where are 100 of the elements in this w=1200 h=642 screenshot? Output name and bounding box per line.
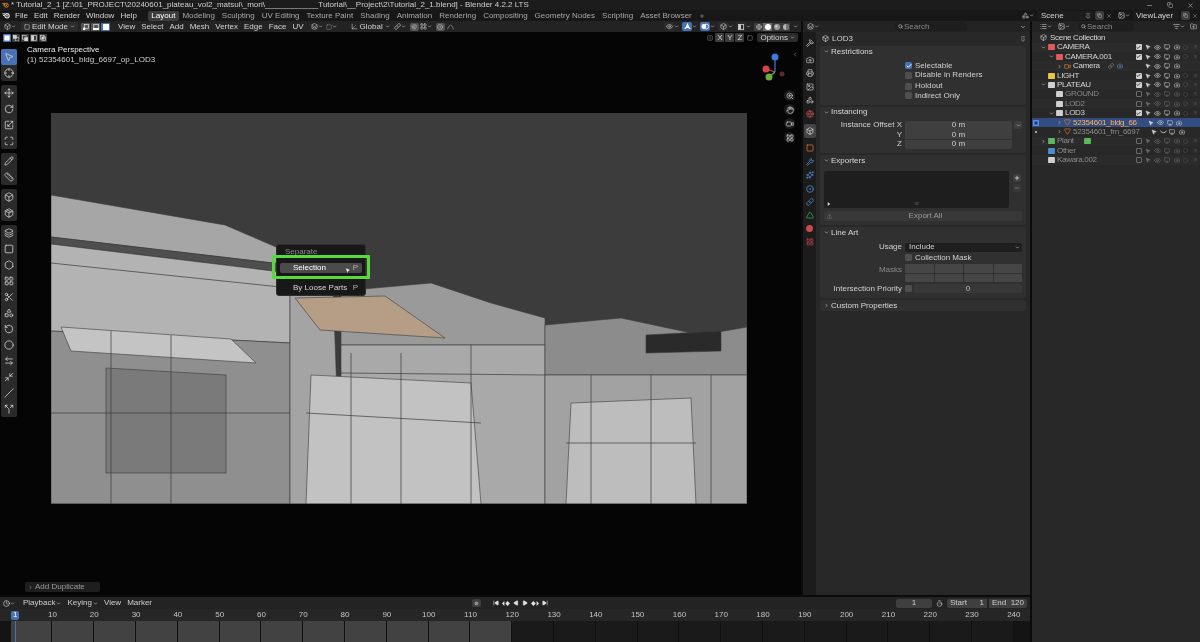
closed-eye-icon[interactable] — [1159, 129, 1167, 134]
close-icon[interactable] — [1192, 12, 1198, 19]
caret-icon[interactable] — [746, 24, 751, 29]
scene-type-button[interactable] — [1021, 11, 1035, 20]
menu-item[interactable]: Help — [117, 10, 140, 21]
caret-icon[interactable] — [692, 24, 697, 29]
editor-type-button[interactable] — [3, 599, 15, 607]
close-icon[interactable] — [1187, 1, 1194, 9]
folder-plus-icon[interactable] — [1190, 23, 1197, 30]
eye-icon[interactable] — [1154, 43, 1162, 51]
add-button[interactable] — [1013, 174, 1021, 182]
properties-tab[interactable] — [803, 155, 816, 169]
checkbox[interactable] — [905, 71, 912, 79]
tool-button[interactable] — [1, 169, 17, 185]
menu-item[interactable]: Marker — [124, 598, 156, 608]
view-toggle[interactable] — [700, 22, 710, 31]
end-frame-field[interactable]: End 120 — [989, 598, 1027, 608]
tool-button[interactable] — [1, 225, 17, 241]
workspace-tab[interactable]: UV Editing — [258, 10, 304, 21]
search-field[interactable]: Search — [895, 22, 967, 31]
select-op-toggle[interactable] — [3, 33, 11, 42]
view-toggle[interactable] — [736, 22, 746, 31]
add-icon[interactable] — [699, 12, 706, 19]
skip-forward-icon[interactable] — [542, 600, 548, 606]
panel-header[interactable]: Exporters — [824, 155, 1022, 166]
playhead-frame[interactable]: 1 — [11, 610, 20, 620]
caret-icon[interactable] — [674, 24, 679, 29]
monitor-icon[interactable] — [1164, 63, 1171, 70]
select-op-toggle[interactable] — [39, 33, 47, 42]
axis-toggle[interactable]: Z — [735, 33, 745, 42]
editor-type-button[interactable] — [3, 22, 17, 31]
chevron-icon[interactable] — [1049, 110, 1054, 116]
checkbox[interactable] — [905, 92, 912, 100]
view-toggle[interactable] — [664, 22, 674, 31]
panel-header[interactable]: Instancing — [824, 106, 1022, 118]
shading-button[interactable] — [754, 22, 763, 31]
pin-icon[interactable] — [1020, 35, 1026, 42]
tool-button[interactable] — [1, 385, 17, 401]
menu-item[interactable]: Render — [50, 10, 83, 21]
chevron-icon[interactable] — [1049, 54, 1054, 60]
current-frame-field[interactable]: 1 — [896, 598, 932, 608]
skip-back-icon[interactable] — [493, 600, 499, 606]
workspace-tab[interactable]: Modeling — [178, 10, 219, 21]
properties-tab[interactable] — [803, 80, 816, 94]
menu-item[interactable]: Edge — [240, 22, 266, 31]
menu-item[interactable]: View — [100, 598, 125, 608]
checkbox[interactable] — [905, 254, 912, 261]
workspace-tab[interactable]: Texture Paint — [303, 10, 357, 21]
checkbox[interactable] — [905, 285, 912, 292]
properties-tab[interactable] — [803, 124, 816, 138]
panel-header[interactable]: Line Art — [824, 227, 1022, 238]
menu-item[interactable]: Playback — [20, 598, 65, 608]
monitor-icon[interactable] — [1166, 119, 1173, 126]
select-mode-toggle[interactable] — [81, 22, 91, 31]
caret-icon[interactable] — [728, 24, 733, 29]
workspace-tab[interactable]: Animation — [393, 10, 436, 21]
axis-toggle[interactable]: X — [715, 33, 725, 42]
scene-field[interactable]: Scene — [1037, 11, 1093, 20]
keyframe-back-icon[interactable] — [502, 600, 510, 606]
close-icon[interactable] — [1106, 12, 1112, 19]
snap-toggle[interactable] — [409, 22, 419, 31]
view-toggle[interactable] — [682, 22, 692, 31]
outliner-row[interactable]: 52354601_bldg_66 — [1032, 117, 1200, 128]
tool-button[interactable] — [1, 85, 17, 101]
shading-button[interactable] — [763, 22, 772, 31]
search-field[interactable]: Search — [1078, 22, 1134, 31]
layers-button[interactable] — [310, 22, 323, 31]
copy-button[interactable] — [1095, 11, 1104, 20]
options-dropdown[interactable]: Options — [757, 33, 798, 42]
number-field[interactable]: 0 — [914, 284, 1022, 293]
editor-type-button[interactable] — [807, 22, 819, 31]
chevron-icon[interactable] — [1041, 82, 1046, 88]
filter-menu-button[interactable] — [1173, 23, 1185, 30]
box-button[interactable] — [325, 22, 337, 31]
number-field[interactable]: 0 m — [905, 130, 1012, 140]
menu-item[interactable]: Edit — [30, 10, 51, 21]
menu-item[interactable]: Mesh — [186, 22, 213, 31]
checkbox[interactable] — [1135, 110, 1142, 117]
chevron-icon[interactable] — [1057, 120, 1062, 125]
panel-header[interactable]: Restrictions — [824, 46, 1022, 57]
menu-button[interactable] — [1014, 121, 1022, 130]
workspace-tab[interactable]: Shading — [356, 10, 394, 21]
shading-button[interactable] — [772, 22, 781, 31]
menu-item[interactable]: Window — [82, 10, 118, 21]
properties-tab[interactable] — [803, 36, 816, 50]
mode-dropdown[interactable]: Edit Mode — [21, 22, 79, 31]
menu-item[interactable]: Keying — [64, 598, 101, 608]
checkbox[interactable] — [1135, 44, 1142, 51]
monitor-icon[interactable] — [1164, 44, 1171, 51]
menu-item[interactable]: Select — [138, 22, 167, 31]
checkbox[interactable] — [1135, 81, 1142, 88]
workspace-tab[interactable]: Rendering — [435, 10, 480, 21]
menu-item[interactable]: View — [115, 22, 139, 31]
menu-item[interactable]: Add — [166, 22, 187, 31]
checkbox[interactable] — [1135, 91, 1142, 98]
number-field[interactable]: 0 m — [905, 139, 1012, 149]
panel-header[interactable]: Custom Properties — [824, 300, 1022, 311]
chevron-icon[interactable] — [1041, 44, 1046, 50]
number-field[interactable]: 0 m — [905, 120, 1012, 130]
workspace-tab[interactable]: Compositing — [479, 10, 532, 21]
